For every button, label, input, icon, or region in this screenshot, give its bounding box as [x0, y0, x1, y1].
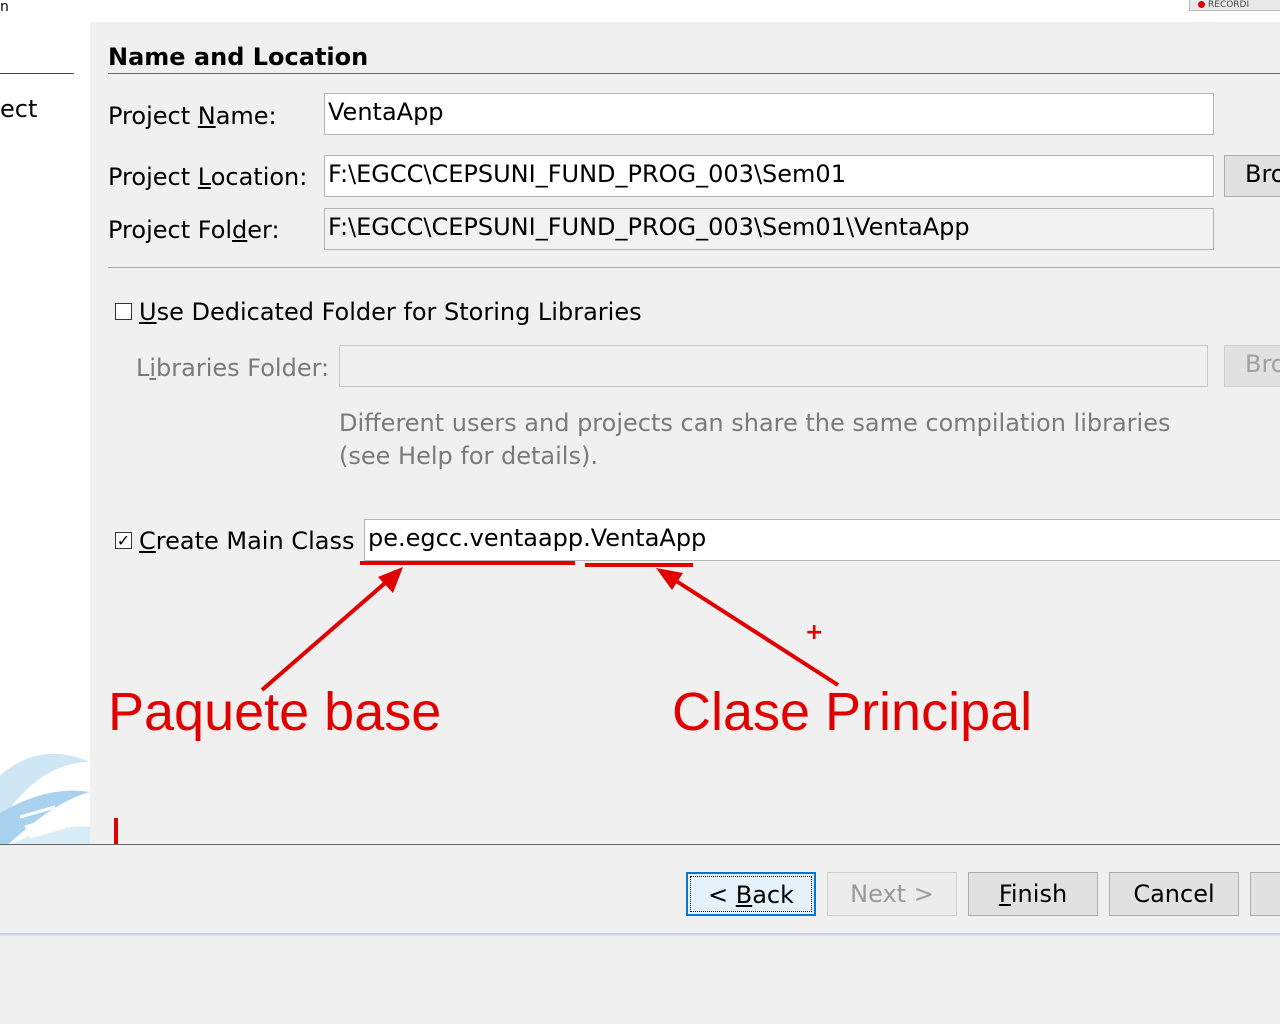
section-title: Name and Location	[108, 43, 369, 71]
separator-rule	[108, 267, 1280, 268]
recording-badge: RECORDI	[1189, 0, 1280, 11]
class-annotation-label: Clase Principal	[672, 682, 1033, 742]
label-text: ocation:	[210, 163, 308, 191]
project-name-label: Project Name:	[108, 101, 277, 131]
netbeans-logo-icon	[0, 753, 90, 844]
steps-divider	[0, 73, 74, 74]
desktop-background	[0, 936, 1280, 1024]
label-mnemonic: U	[139, 298, 157, 326]
dedicated-folder-label[interactable]: Use Dedicated Folder for Storing Librari…	[139, 297, 642, 327]
package-annotation-label: Paquete base	[108, 682, 442, 742]
project-folder-label: Project Folder:	[108, 215, 280, 245]
help-button[interactable]	[1250, 872, 1280, 916]
plus-mark: +	[805, 620, 824, 645]
libraries-help-line-2: (see Help for details).	[339, 442, 598, 470]
label-text: ame:	[215, 102, 277, 130]
button-bar-rule	[0, 844, 1280, 845]
label-text: L	[136, 354, 150, 382]
package-arrow	[260, 567, 403, 692]
wizard-step-current[interactable]: ect	[0, 95, 37, 123]
finish-button[interactable]: Finish	[968, 872, 1098, 916]
main-class-input[interactable]: pe.egcc.ventaapp.VentaApp	[364, 519, 1280, 561]
label-text: se Dedicated Folder for Storing Librarie…	[156, 298, 642, 326]
button-mnemonic: B	[735, 881, 753, 909]
section-rule	[108, 73, 1280, 74]
libraries-folder-label: Libraries Folder:	[136, 353, 329, 383]
create-main-class-label[interactable]: Create Main Class	[139, 526, 354, 556]
label-text: braries Folder:	[156, 354, 330, 382]
cancel-button[interactable]: Cancel	[1109, 872, 1239, 916]
label-mnemonic: C	[139, 527, 156, 555]
label-mnemonic: L	[197, 163, 211, 191]
browse-location-button[interactable]: Bro	[1224, 155, 1280, 197]
button-mnemonic: F	[998, 880, 1011, 908]
create-main-class-checkbox[interactable]: ✓	[115, 532, 132, 549]
dedicated-folder-checkbox[interactable]	[115, 303, 132, 320]
browse-libraries-button[interactable]: Bro	[1224, 345, 1280, 387]
libraries-folder-input[interactable]	[339, 345, 1208, 387]
window-top-strip	[0, 0, 1280, 22]
recording-badge-text: RECORDI	[1208, 0, 1250, 10]
project-location-input[interactable]: F:\EGCC\CEPSUNI_FUND_PROG_003\Sem01	[324, 155, 1214, 197]
libraries-help-line-1: Different users and projects can share t…	[339, 409, 1171, 437]
back-button[interactable]: < Back	[686, 872, 816, 916]
label-text: Project Fol	[108, 216, 233, 244]
window-title-fragment: n	[0, 0, 9, 15]
next-button[interactable]: Next >	[827, 872, 957, 916]
record-dot-icon	[1198, 1, 1205, 8]
label-text: Project	[108, 163, 198, 191]
button-text: inish	[1010, 880, 1068, 908]
button-text: ack	[752, 881, 795, 909]
project-folder-field: F:\EGCC\CEPSUNI_FUND_PROG_003\Sem01\Vent…	[324, 208, 1214, 250]
package-underline	[360, 561, 575, 565]
project-name-input[interactable]: VentaApp	[324, 93, 1214, 135]
main-class-class-part: VentaApp	[590, 524, 707, 552]
label-text: Project	[108, 102, 198, 130]
main-class-package-part: pe.egcc.ventaapp.	[368, 524, 591, 552]
project-location-label: Project Location:	[108, 162, 307, 192]
class-underline	[585, 563, 693, 567]
label-mnemonic: d	[232, 216, 248, 244]
label-text: reate Main Class	[155, 527, 355, 555]
label-mnemonic: N	[197, 102, 216, 130]
wizard-steps-pane	[0, 22, 90, 844]
label-text: er:	[247, 216, 280, 244]
button-text: <	[707, 881, 736, 909]
